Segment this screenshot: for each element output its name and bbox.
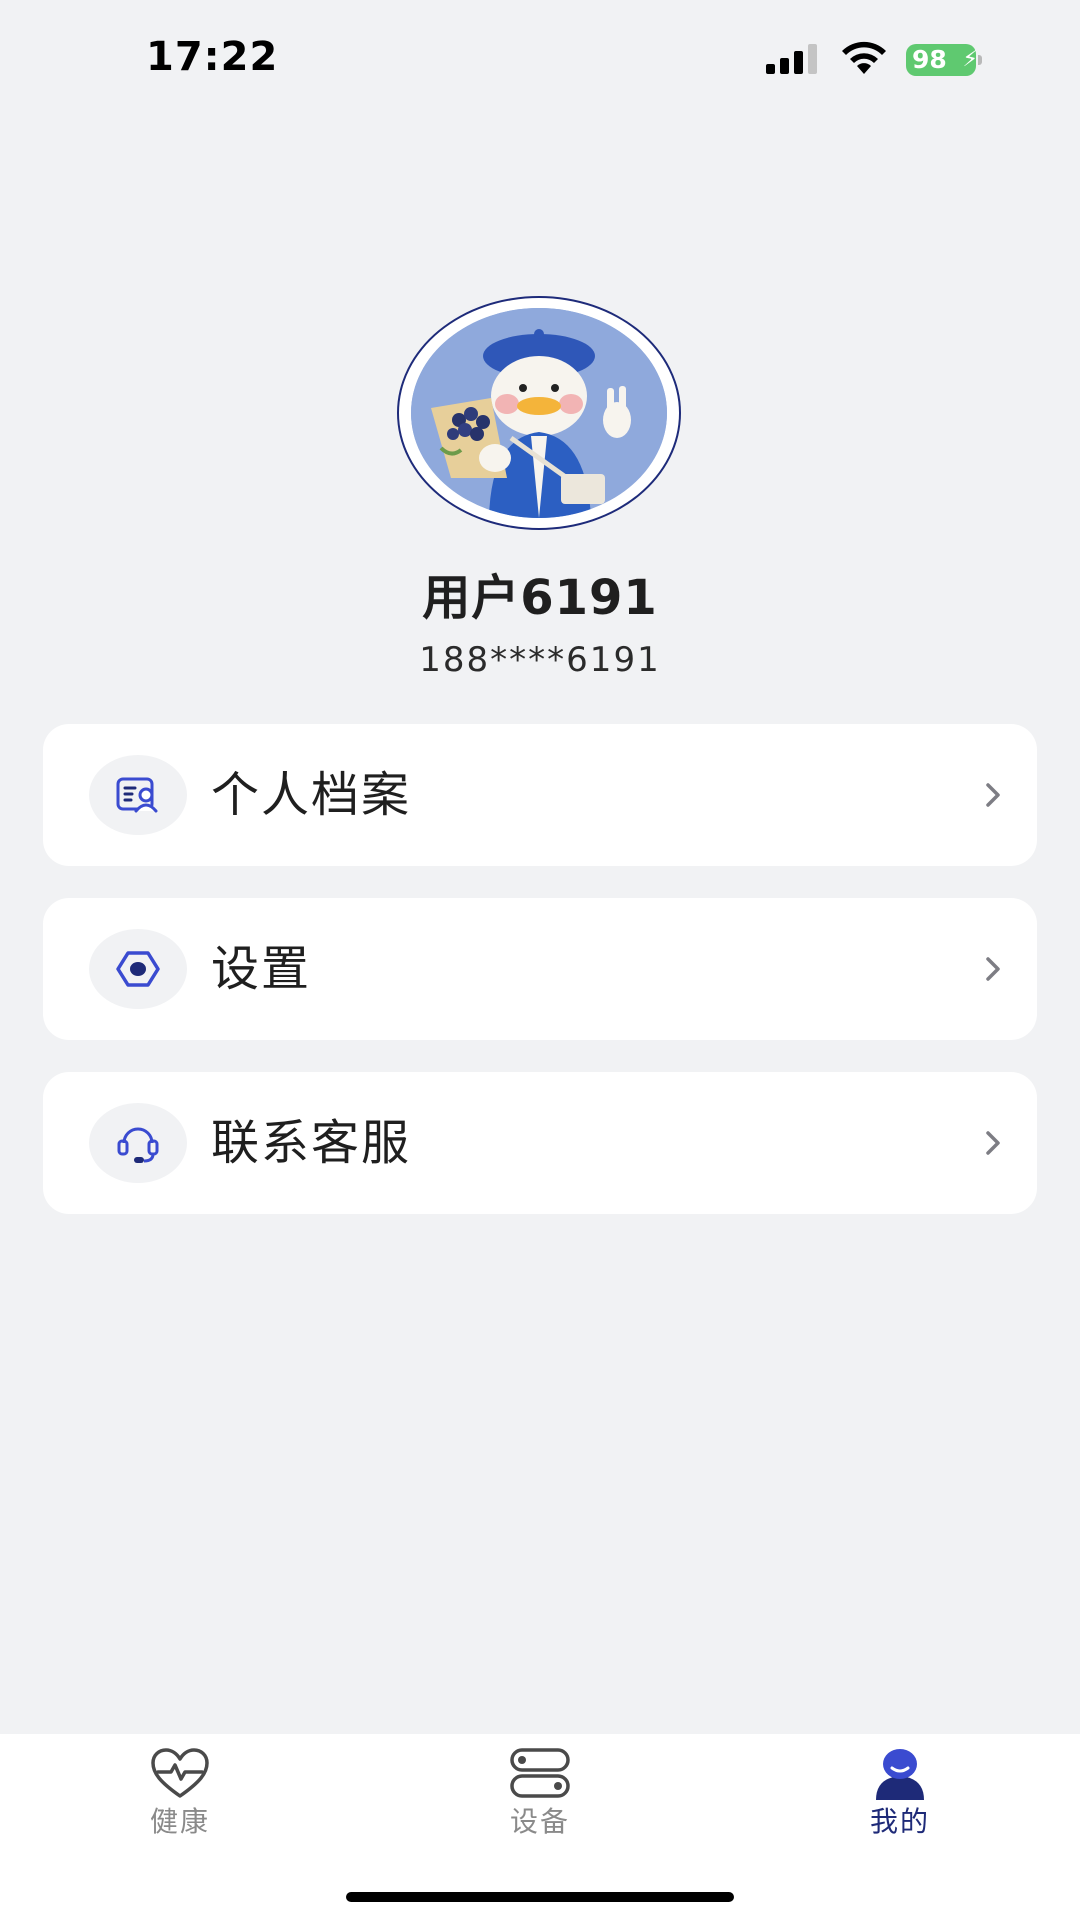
tab-label: 设备: [509, 1805, 570, 1838]
tab-label: 健康: [149, 1805, 210, 1838]
wifi-icon: [842, 41, 886, 74]
avatar[interactable]: [397, 296, 681, 530]
tab-label: 我的: [869, 1805, 930, 1838]
chevron-right-icon: [986, 957, 1000, 981]
battery-cap: [978, 55, 982, 65]
menu-list: 个人档案 设置 联系客服: [43, 724, 1037, 1246]
menu-icon-background: [89, 1103, 187, 1183]
menu-item-label: 设置: [211, 941, 312, 997]
signal-icon: [766, 44, 817, 74]
settings-hex-icon: [116, 951, 160, 987]
device-icon: [510, 1748, 570, 1798]
chevron-right-icon: [986, 1131, 1000, 1155]
menu-item-settings[interactable]: 设置: [43, 898, 1037, 1040]
menu-item-label: 联系客服: [211, 1115, 412, 1171]
menu-icon-background: [89, 929, 187, 1009]
menu-item-label: 个人档案: [211, 767, 412, 823]
menu-item-profile[interactable]: 个人档案: [43, 724, 1037, 866]
tab-device[interactable]: 设备: [360, 1734, 720, 1854]
user-name: 用户6191: [422, 570, 658, 626]
headset-icon: [117, 1127, 159, 1163]
duck-avatar-image: [411, 308, 667, 518]
chevron-right-icon: [986, 783, 1000, 807]
charging-bolt-icon: ⚡: [962, 47, 978, 72]
menu-icon-background: [89, 755, 187, 835]
user-phone: 188****6191: [419, 640, 661, 680]
battery-icon: 98 ⚡: [906, 44, 982, 76]
person-icon: [876, 1749, 924, 1800]
tab-mine[interactable]: 我的: [720, 1734, 1080, 1854]
home-indicator[interactable]: [346, 1892, 734, 1902]
menu-item-support[interactable]: 联系客服: [43, 1072, 1037, 1214]
profile-card-icon: [116, 777, 158, 813]
status-time: 17:22: [146, 34, 279, 80]
status-bar: 17:22 98 ⚡: [0, 0, 1080, 120]
heart-pulse-icon: [151, 1748, 209, 1798]
tab-health[interactable]: 健康: [0, 1734, 360, 1854]
